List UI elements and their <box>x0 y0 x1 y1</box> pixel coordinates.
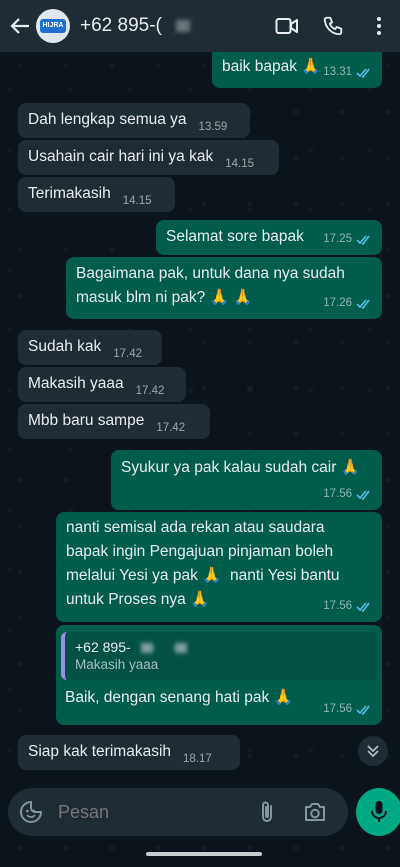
scroll-to-bottom-button[interactable] <box>358 736 388 766</box>
home-indicator <box>146 852 262 856</box>
message-list[interactable]: baik bapak 🙏 13.31 Dah lengkap semua ya 1… <box>0 0 400 867</box>
phone-icon[interactable] <box>320 13 346 39</box>
message-text: Siap kak terimakasih <box>28 743 172 760</box>
mic-button[interactable] <box>356 788 400 836</box>
message-time: 17.56 <box>323 600 352 612</box>
message-incoming[interactable]: Dah lengkap semua ya 13.59 <box>18 103 250 138</box>
message-time: 17.42 <box>113 348 143 360</box>
message-time: 17.56 <box>323 703 352 715</box>
message-time: 14.15 <box>122 195 152 207</box>
read-ticks-icon <box>356 67 370 78</box>
message-incoming[interactable]: Makasih yaaa 17.42 <box>18 367 186 402</box>
avatar[interactable]: HIJRA <box>36 9 70 43</box>
quoted-text: Makasih yaaa <box>75 657 159 672</box>
message-time: 18.17 <box>183 753 212 765</box>
message-incoming[interactable]: Mbb baru sampe 17.42 <box>18 404 210 439</box>
message-text: Baik, dengan senang hati pak 🙏 <box>65 689 293 706</box>
back-arrow-icon[interactable] <box>6 12 34 40</box>
camera-icon[interactable] <box>302 799 328 825</box>
contact-name[interactable]: +62 895-( <box>80 15 190 37</box>
message-composer[interactable] <box>8 788 348 836</box>
message-time: 17.42 <box>156 422 186 434</box>
emoji-icon[interactable] <box>18 799 44 825</box>
video-call-icon[interactable] <box>274 13 300 39</box>
double-chevron-down-icon <box>367 745 379 758</box>
more-vert-icon[interactable] <box>366 13 392 39</box>
message-outgoing[interactable]: baik bapak 🙏 13.31 <box>212 52 382 88</box>
message-text: Makasih yaaa <box>28 375 124 392</box>
read-ticks-icon <box>356 298 370 309</box>
message-outgoing[interactable]: Selamat sore bapak 17.25 <box>156 220 382 255</box>
redacted-blur <box>174 643 187 654</box>
message-time: 17.25 <box>323 233 352 245</box>
message-text: Syukur ya pak kalau sudah cair 🙏 <box>121 459 361 476</box>
read-ticks-icon <box>356 704 370 715</box>
message-outgoing[interactable]: nanti semisal ada rekan atau saudara bap… <box>56 512 382 622</box>
message-time: 14.15 <box>225 158 255 170</box>
redacted-blur <box>140 643 153 654</box>
message-outgoing[interactable]: Bagaimana pak, untuk dana nya sudah masu… <box>66 257 382 319</box>
message-text: Dah lengkap semua ya <box>28 111 187 128</box>
message-text: baik bapak 🙏 <box>222 58 321 75</box>
message-text: Terimakasih <box>28 185 111 202</box>
message-time: 17.26 <box>323 297 352 309</box>
mic-icon <box>371 801 387 822</box>
message-text: Usahain cair hari ini ya kak <box>28 148 214 165</box>
redacted-blur <box>175 19 190 32</box>
message-input[interactable] <box>56 800 250 824</box>
message-text: Sudah kak <box>28 338 102 355</box>
read-ticks-icon <box>356 489 370 500</box>
attach-icon[interactable] <box>254 799 280 825</box>
message-incoming[interactable]: Sudah kak 17.42 <box>18 330 162 365</box>
message-outgoing[interactable]: Syukur ya pak kalau sudah cair 🙏 17.56 <box>111 450 382 510</box>
message-time: 17.56 <box>323 488 352 500</box>
message-incoming[interactable]: Siap kak terimakasih 18.17 <box>18 735 240 770</box>
read-ticks-icon <box>356 601 370 612</box>
quoted-sender: +62 895- <box>75 639 131 655</box>
message-time: 17.42 <box>135 385 165 397</box>
read-ticks-icon <box>356 234 370 245</box>
message-text: Bagaimana pak, untuk dana nya sudah masu… <box>76 265 345 306</box>
chat-header[interactable]: HIJRA +62 895-( <box>0 0 400 52</box>
message-outgoing-reply[interactable]: +62 895- Makasih yaaa Baik, dengan senan… <box>56 625 382 725</box>
quoted-message[interactable]: +62 895- Makasih yaaa <box>61 632 377 680</box>
message-text: nanti semisal ada rekan atau saudara bap… <box>66 519 340 608</box>
contact-name-text: +62 895-( <box>80 15 162 36</box>
message-time: 13.31 <box>323 66 352 78</box>
message-text: Mbb baru sampe <box>28 412 145 429</box>
message-time: 13.59 <box>198 121 228 133</box>
message-text: Selamat sore bapak <box>166 228 304 245</box>
avatar-label: HIJRA <box>40 19 66 33</box>
message-incoming[interactable]: Usahain cair hari ini ya kak 14.15 <box>18 140 279 175</box>
message-incoming[interactable]: Terimakasih 14.15 <box>18 177 175 212</box>
